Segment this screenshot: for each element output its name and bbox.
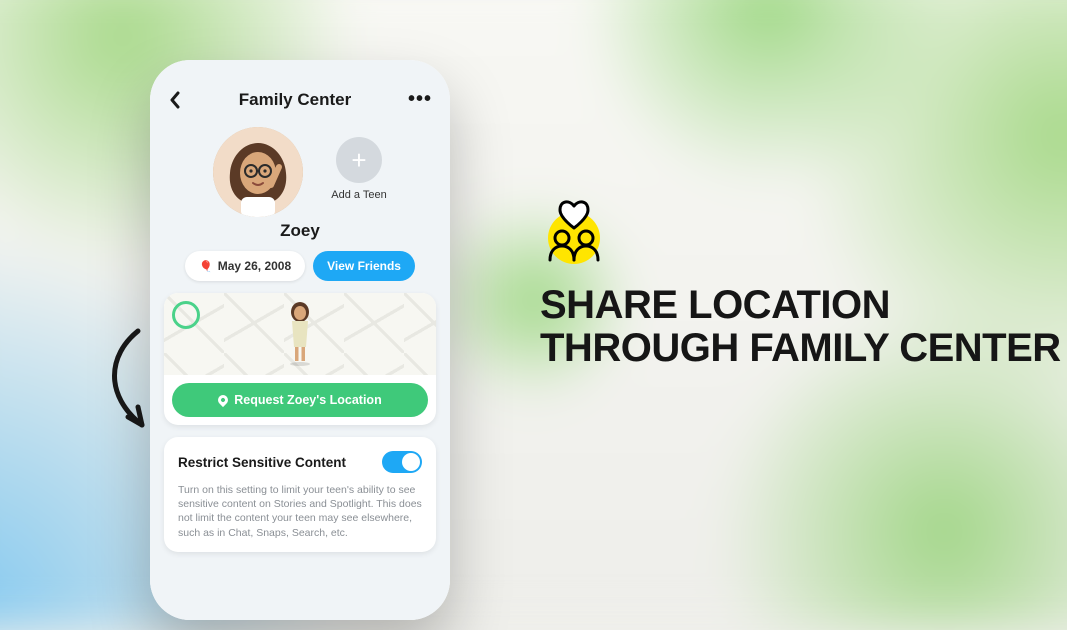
location-card: Request Zoey's Location	[164, 293, 436, 425]
teen-name: Zoey	[150, 221, 450, 241]
request-location-button[interactable]: Request Zoey's Location	[172, 383, 428, 417]
family-center-logo-icon	[540, 198, 608, 266]
app-screen: Family Center •••	[150, 60, 450, 620]
callout-arrow-icon	[98, 325, 168, 445]
restrict-content-description: Turn on this setting to limit your teen'…	[178, 483, 422, 540]
add-teen-button[interactable]: + Add a Teen	[331, 137, 386, 201]
promo-headline: Share Location Through Family Center	[540, 284, 1061, 370]
teen-avatar[interactable]	[213, 127, 303, 217]
restrict-content-card: Restrict Sensitive Content Turn on this …	[164, 437, 436, 552]
chevron-left-icon	[168, 91, 182, 109]
add-teen-label: Add a Teen	[331, 189, 386, 201]
plus-icon: +	[336, 137, 382, 183]
promo-panel: Share Location Through Family Center	[540, 198, 1061, 370]
view-friends-label: View Friends	[327, 259, 401, 273]
page-title: Family Center	[239, 90, 351, 110]
birthday-chip[interactable]: 🎈 May 26, 2008	[185, 251, 305, 281]
top-bar: Family Center •••	[150, 60, 450, 119]
promo-headline-line1: Share Location	[540, 284, 1061, 327]
map-preview[interactable]	[164, 293, 436, 375]
profile-chips: 🎈 May 26, 2008 View Friends	[150, 251, 450, 281]
location-pin-icon	[216, 393, 230, 407]
birthday-text: May 26, 2008	[218, 259, 291, 273]
restrict-content-title: Restrict Sensitive Content	[178, 455, 346, 470]
more-options-button[interactable]: •••	[408, 88, 432, 111]
phone-mockup: Family Center •••	[150, 60, 450, 620]
profile-area: + Add a Teen	[150, 119, 450, 219]
promo-headline-line2: Through Family Center	[540, 327, 1061, 370]
request-location-label: Request Zoey's Location	[234, 393, 381, 407]
balloon-icon: 🎈	[199, 260, 213, 273]
bitmoji-avatar-icon	[213, 127, 303, 217]
restrict-content-toggle[interactable]	[382, 451, 422, 473]
view-friends-button[interactable]: View Friends	[313, 251, 415, 281]
back-button[interactable]	[168, 91, 182, 109]
map-bitmoji-icon	[284, 301, 316, 367]
